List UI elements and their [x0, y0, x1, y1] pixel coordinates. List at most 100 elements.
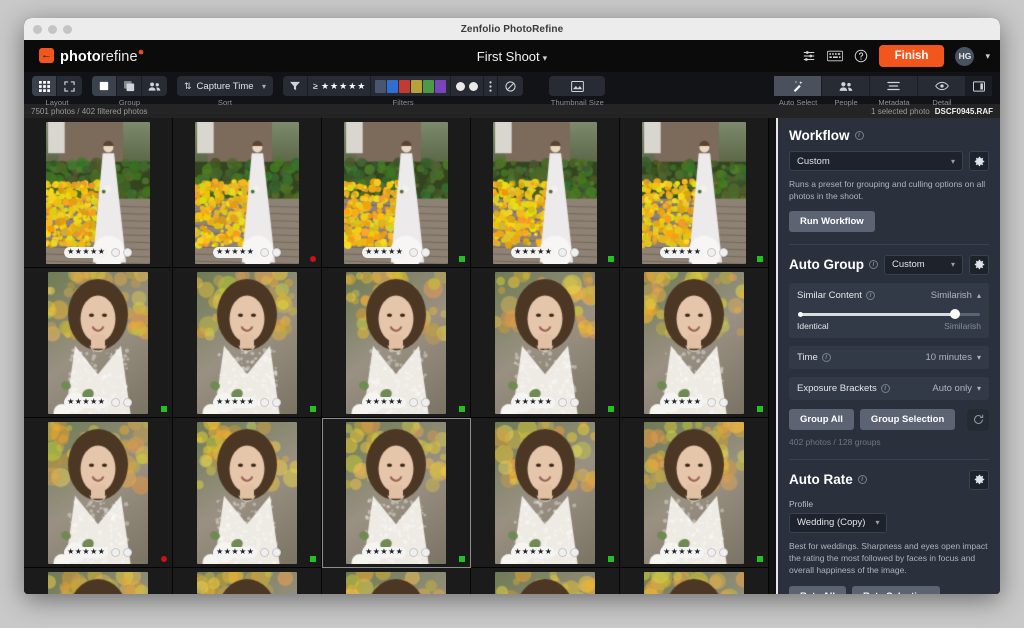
star-icon[interactable]: ★	[98, 548, 105, 556]
pick-flag-icon[interactable]	[110, 247, 120, 257]
photo-cell[interactable]: ★ ★ ★ ★ ★	[471, 268, 620, 418]
pick-flag-icon[interactable]	[557, 397, 567, 407]
star-icon[interactable]: ★	[67, 248, 74, 256]
photo-cell[interactable]: ★ ★ ★ ★ ★	[322, 418, 471, 568]
star-rating[interactable]: ★ ★ ★ ★ ★	[362, 546, 406, 558]
star-icon[interactable]: ★	[529, 248, 536, 256]
tab-auto-select[interactable]: Auto Select	[774, 76, 822, 107]
tab-detail[interactable]: Detail	[918, 76, 966, 107]
info-icon[interactable]: i	[880, 383, 890, 393]
reject-flag-icon[interactable]	[420, 247, 430, 257]
grid-view-icon[interactable]	[32, 76, 57, 96]
photo-cell[interactable]: ★ ★ ★ ★ ★	[620, 268, 769, 418]
star-icon[interactable]: ★	[231, 548, 238, 556]
photo-cell[interactable]: ★ ★ ★ ★ ★	[322, 268, 471, 418]
star-rating[interactable]: ★ ★ ★ ★ ★	[64, 246, 108, 258]
star-icon[interactable]: ★	[247, 548, 254, 556]
star-icon[interactable]: ★	[82, 548, 89, 556]
profile-select[interactable]: Wedding (Copy) ▾	[789, 512, 888, 533]
star-icon[interactable]: ★	[231, 398, 238, 406]
reject-flag-icon[interactable]	[122, 397, 132, 407]
star-icon[interactable]: ★	[98, 398, 105, 406]
single-group-icon[interactable]	[92, 76, 117, 96]
photo-thumbnail[interactable]	[48, 571, 148, 594]
photo-thumbnail[interactable]	[495, 571, 595, 594]
photo-thumbnail[interactable]: ★ ★ ★ ★ ★	[346, 271, 446, 414]
pick-flag-icon[interactable]	[706, 547, 716, 557]
star-icon[interactable]: ★	[686, 398, 693, 406]
star-icon[interactable]: ★	[388, 398, 395, 406]
star-icon[interactable]: ★	[365, 398, 372, 406]
reject-flag-icon[interactable]	[271, 547, 281, 557]
star-icon[interactable]: ★	[545, 548, 552, 556]
star-rating[interactable]: ★ ★ ★ ★ ★	[213, 546, 257, 558]
photo-cell[interactable]: ★ ★ ★ ★ ★	[24, 418, 173, 568]
star-icon[interactable]: ★	[224, 548, 231, 556]
star-icon[interactable]: ★	[686, 248, 693, 256]
photo-cell[interactable]: ★ ★ ★ ★ ★	[24, 268, 173, 418]
star-icon[interactable]: ★	[380, 248, 387, 256]
workflow-preset-select[interactable]: Custom ▾	[789, 151, 963, 171]
color-swatch[interactable]	[411, 79, 423, 93]
color-swatch[interactable]	[399, 79, 411, 93]
reject-flag-icon[interactable]	[569, 397, 579, 407]
star-icon[interactable]: ★	[671, 248, 678, 256]
star-icon[interactable]: ★	[239, 548, 246, 556]
reject-flag-icon[interactable]	[420, 397, 430, 407]
reject-flag-icon[interactable]	[122, 247, 132, 257]
similar-content-slider[interactable]	[798, 308, 980, 319]
info-icon[interactable]: i	[857, 475, 867, 485]
rating-overlay[interactable]: ★ ★ ★ ★ ★	[511, 546, 579, 558]
photo-thumbnail[interactable]: ★ ★ ★ ★ ★	[197, 421, 297, 564]
finish-button[interactable]: Finish	[878, 45, 945, 67]
info-icon[interactable]: i	[854, 131, 864, 140]
auto-group-settings-gear-icon[interactable]	[969, 254, 989, 275]
people-group-icon[interactable]	[142, 76, 167, 96]
star-icon[interactable]: ★	[247, 248, 254, 256]
photo-thumbnail[interactable]: ★ ★ ★ ★ ★	[344, 121, 448, 264]
star-icon[interactable]: ★	[216, 548, 223, 556]
star-icon[interactable]: ★	[239, 398, 246, 406]
auto-rate-settings-gear-icon[interactable]	[969, 469, 989, 490]
star-icon[interactable]: ★	[365, 248, 372, 256]
info-icon[interactable]: i	[868, 260, 878, 270]
star-icon[interactable]: ★	[247, 398, 254, 406]
photo-cell[interactable]	[24, 568, 173, 594]
rating-filter[interactable]: ≥ ★ ★ ★ ★ ★	[308, 76, 372, 96]
pick-flag-icon[interactable]	[259, 397, 269, 407]
pick-flag-icon[interactable]	[408, 547, 418, 557]
star-rating[interactable]: ★ ★ ★ ★ ★	[213, 246, 257, 258]
group-selection-button[interactable]: Group Selection	[859, 409, 956, 431]
star-rating[interactable]: ★ ★ ★ ★ ★	[213, 396, 257, 408]
star-icon[interactable]: ★	[537, 248, 544, 256]
star-icon[interactable]: ★	[537, 548, 544, 556]
star-rating[interactable]: ★ ★ ★ ★ ★	[660, 546, 704, 558]
pick-flag-icon[interactable]	[557, 547, 567, 557]
group-all-button[interactable]: Group All	[789, 409, 854, 431]
star-icon[interactable]: ★	[98, 248, 105, 256]
star-icon[interactable]: ★	[231, 248, 238, 256]
info-icon[interactable]: i	[821, 352, 831, 362]
rate-all-button[interactable]: Rate All	[789, 585, 847, 594]
star-icon[interactable]: ★	[67, 548, 74, 556]
rating-overlay[interactable]: ★ ★ ★ ★ ★	[213, 546, 281, 558]
account-chevron-down-icon[interactable]: ▾	[985, 51, 990, 62]
exposure-brackets-card[interactable]: Exposure Brackets i Auto only ▾	[789, 376, 989, 400]
info-icon[interactable]: i	[865, 290, 875, 300]
color-swatch[interactable]	[423, 79, 435, 93]
chevron-up-icon[interactable]: ▴	[977, 291, 981, 300]
back-icon[interactable]: ←	[39, 48, 54, 64]
star-icon[interactable]: ★	[529, 548, 536, 556]
clear-filters-icon[interactable]	[498, 76, 523, 96]
star-icon[interactable]: ★	[75, 248, 82, 256]
photo-cell[interactable]: ★ ★ ★ ★ ★	[173, 118, 322, 268]
panel-toggle[interactable]	[966, 76, 992, 107]
slider-knob[interactable]	[949, 308, 960, 319]
reset-grouping-icon[interactable]	[967, 408, 989, 431]
star-icon[interactable]: ★	[514, 398, 521, 406]
photo-thumbnail[interactable]	[644, 571, 744, 594]
photo-cell[interactable]: ★ ★ ★ ★ ★	[173, 418, 322, 568]
star-icon[interactable]: ★	[396, 248, 403, 256]
star-icon[interactable]: ★	[678, 548, 685, 556]
photo-cell[interactable]	[620, 568, 769, 594]
